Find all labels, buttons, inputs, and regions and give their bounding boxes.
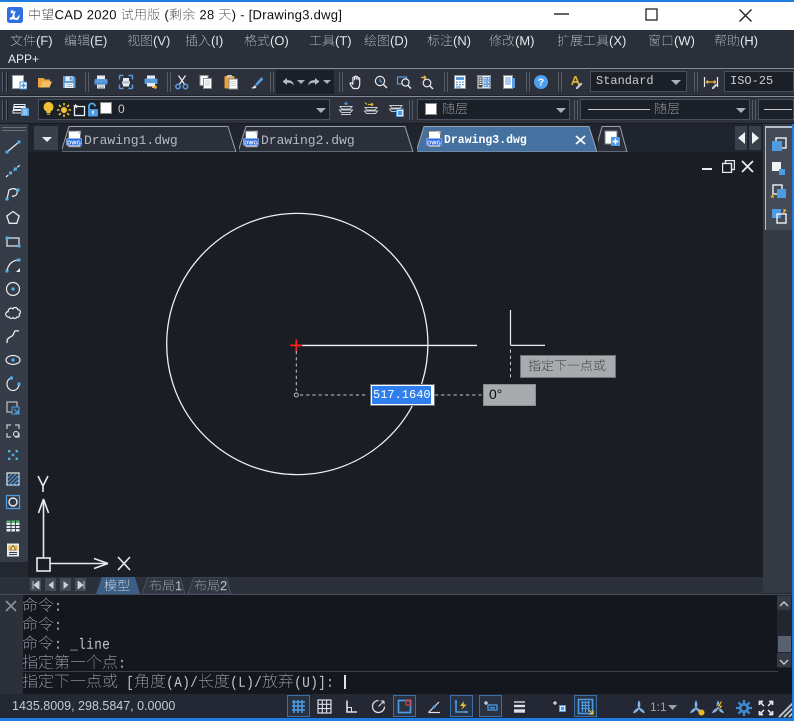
svg-text:DWG: DWG — [244, 140, 258, 146]
svg-text:?: ? — [538, 77, 544, 89]
svg-text:DWG: DWG — [67, 140, 81, 146]
svg-text:DWG: DWG — [427, 140, 441, 146]
